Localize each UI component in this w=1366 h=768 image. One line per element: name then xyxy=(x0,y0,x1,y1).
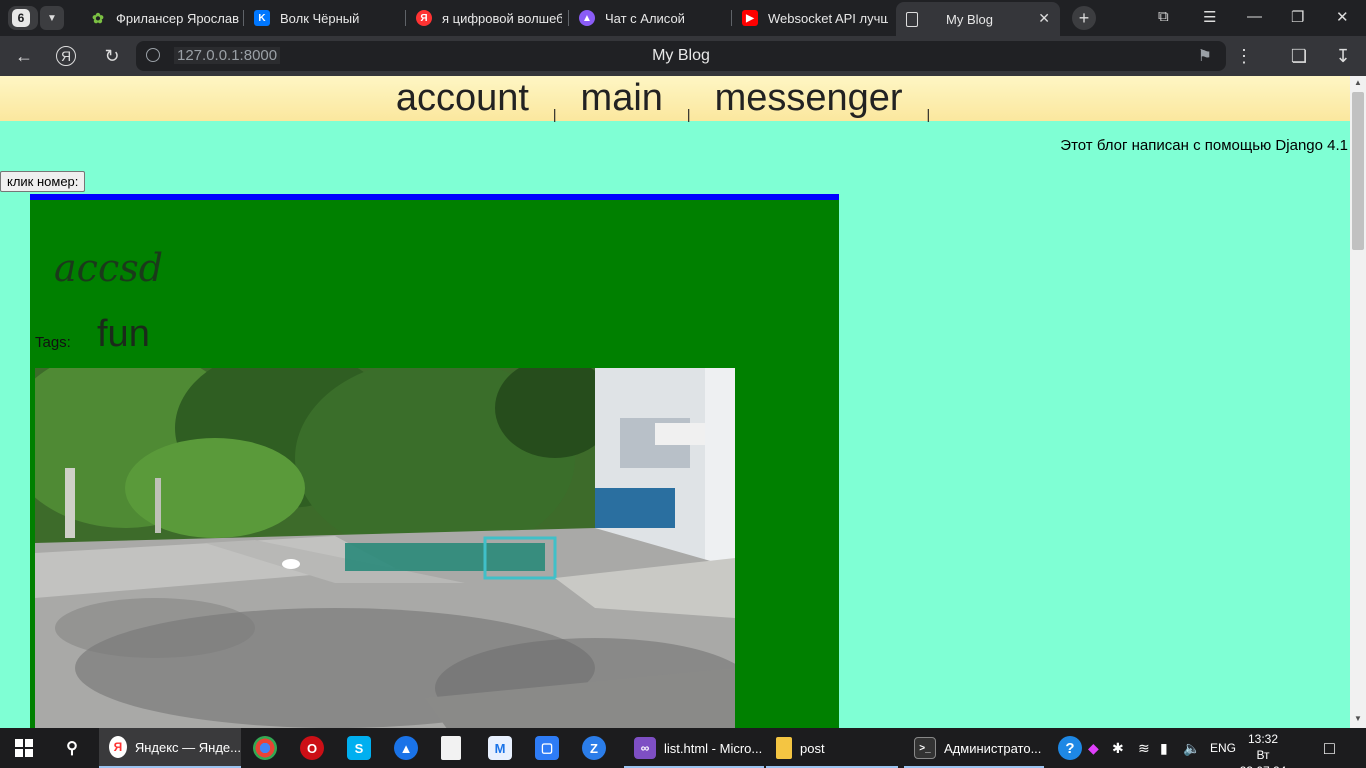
chevron-down-icon[interactable]: ▼ xyxy=(40,6,64,30)
visual-studio-icon: ∞ xyxy=(634,737,656,759)
folder-icon xyxy=(776,737,792,759)
page-scrollbar[interactable]: ▲ ▼ xyxy=(1350,76,1366,728)
chrome-icon[interactable] xyxy=(253,736,277,760)
tab-count: 6 xyxy=(12,9,30,27)
bookmark-icon[interactable]: ⚑ xyxy=(1198,46,1212,66)
site-nav: account | main | messenger | xyxy=(0,76,1350,122)
windows-start-icon[interactable] xyxy=(12,736,36,760)
close-tab-icon[interactable]: ✕ xyxy=(1038,10,1050,27)
taskbar-app-label: post xyxy=(800,740,825,756)
tab-my-blog[interactable]: My Blog ✕ xyxy=(896,2,1060,36)
help-icon[interactable]: ? xyxy=(1058,736,1082,760)
taskbar-app-yandex[interactable]: Я Яндекс — Янде... xyxy=(99,728,241,768)
address-bar-row: ← Я ↻ 127.0.0.1:8000 My Blog ⚑ ⋮ ❏ ↧ xyxy=(0,36,1366,76)
yandex-icon: Я xyxy=(416,10,432,26)
tab-label: Websocket API лучше xyxy=(768,10,888,26)
map-app-icon[interactable]: M xyxy=(488,736,512,760)
tags-label: Tags: xyxy=(35,334,71,351)
nav-account-link[interactable]: account xyxy=(396,76,529,120)
nav-main-link[interactable]: main xyxy=(581,76,663,120)
youtube-icon: ▶ xyxy=(742,10,758,26)
django-note: Этот блог написан с помощью Django 4.1 xyxy=(1060,137,1348,154)
collections-icon[interactable]: ⧉ xyxy=(1158,8,1169,25)
reload-icon[interactable]: ↻ xyxy=(100,44,124,68)
alice-icon: ▲ xyxy=(579,10,595,26)
page-icon xyxy=(906,11,918,27)
document-icon[interactable] xyxy=(441,736,461,760)
scroll-down-icon[interactable]: ▼ xyxy=(1354,714,1362,723)
tab-yandex-search[interactable]: Я я цифровой волшебник xyxy=(406,4,562,32)
zoom-app-icon[interactable]: Z xyxy=(582,736,606,760)
yandex-home-icon[interactable]: Я xyxy=(56,46,76,66)
scroll-up-icon[interactable]: ▲ xyxy=(1354,78,1362,87)
tab-youtube[interactable]: ▶ Websocket API лучше xyxy=(732,4,888,32)
drive-icon[interactable]: ▲ xyxy=(394,736,418,760)
search-icon[interactable]: ⚲ xyxy=(60,736,84,760)
back-arrow-icon[interactable]: ← xyxy=(12,44,36,68)
windows-taskbar: ⚲ Я Яндекс — Янде... O S ▲ M ▢ Z ∞ list.… xyxy=(0,728,1366,768)
page-title-display: My Blog xyxy=(652,47,710,64)
taskbar-app-terminal[interactable]: >_ Администрато... xyxy=(904,728,1044,768)
notification-icon[interactable]: □ xyxy=(1324,728,1335,768)
tab-vk[interactable]: K Волк Чёрный xyxy=(244,4,404,32)
taskbar-app-folder-post[interactable]: post xyxy=(766,728,898,768)
close-window-icon[interactable]: ✕ xyxy=(1336,8,1349,26)
restore-icon[interactable]: ❐ xyxy=(1291,8,1304,26)
post-photo xyxy=(35,368,735,734)
vk-icon: K xyxy=(254,10,270,26)
system-clock[interactable]: 13:32 Вт 23.07.24 xyxy=(1232,731,1294,768)
download-icon[interactable]: ↧ xyxy=(1331,44,1355,68)
tab-label: My Blog xyxy=(946,11,993,27)
wifi-icon[interactable]: ≋ xyxy=(1138,728,1150,768)
click-counter-button[interactable]: клик номер: xyxy=(0,171,86,192)
clock-date: Вт 23.07.24 xyxy=(1240,748,1287,768)
tag-link[interactable]: fun xyxy=(97,313,150,356)
minimize-icon[interactable]: — xyxy=(1247,8,1262,25)
extensions-icon[interactable]: ❏ xyxy=(1287,44,1311,68)
bluetooth-icon[interactable]: ✱ xyxy=(1112,728,1124,768)
tab-label: Волк Чёрный xyxy=(280,10,360,26)
tab-freelancer[interactable]: ✿ Фрилансер Ярослав xyxy=(80,4,242,32)
taskbar-app-visual-studio[interactable]: ∞ list.html - Micro... xyxy=(624,728,764,768)
tab-label: Чат с Алисой xyxy=(605,10,685,26)
app-tray-icon[interactable]: ◆ xyxy=(1088,728,1099,768)
yandex-browser-icon: Я xyxy=(109,736,127,758)
menu-icon[interactable]: ☰ xyxy=(1203,8,1216,26)
tab-alice-chat[interactable]: ▲ Чат с Алисой xyxy=(569,4,729,32)
skype-icon[interactable]: S xyxy=(347,736,371,760)
taskbar-app-label: list.html - Micro... xyxy=(664,740,763,756)
taskbar-app-label: Администрато... xyxy=(944,740,1042,756)
freelance-icon: ✿ xyxy=(92,9,104,26)
blog-post-card: accsd Tags: fun xyxy=(30,194,839,734)
battery-icon[interactable]: ▮ xyxy=(1160,728,1168,768)
more-options-icon[interactable]: ⋮ xyxy=(1232,44,1256,68)
volume-icon[interactable]: 🔈 xyxy=(1183,728,1200,768)
taskbar-app-label: Яндекс — Янде... xyxy=(134,739,241,755)
nav-separator: | xyxy=(686,105,691,122)
nav-separator: | xyxy=(926,105,931,122)
scroll-thumb[interactable] xyxy=(1352,92,1364,250)
url-field[interactable]: 127.0.0.1:8000 My Blog ⚑ xyxy=(136,41,1226,71)
post-title[interactable]: accsd xyxy=(54,246,163,290)
tab-label: Фрилансер Ярослав xyxy=(116,10,240,26)
tab-label: я цифровой волшебник xyxy=(442,10,562,26)
tab-counter-button[interactable]: 6 xyxy=(8,6,38,30)
nav-separator: | xyxy=(552,105,557,122)
new-tab-button[interactable]: + xyxy=(1072,6,1096,30)
terminal-icon: >_ xyxy=(914,737,936,759)
clock-time: 13:32 xyxy=(1247,732,1279,746)
opera-icon[interactable]: O xyxy=(300,736,324,760)
nav-messenger-link[interactable]: messenger xyxy=(715,76,903,120)
tasks-app-icon[interactable]: ▢ xyxy=(535,736,559,760)
